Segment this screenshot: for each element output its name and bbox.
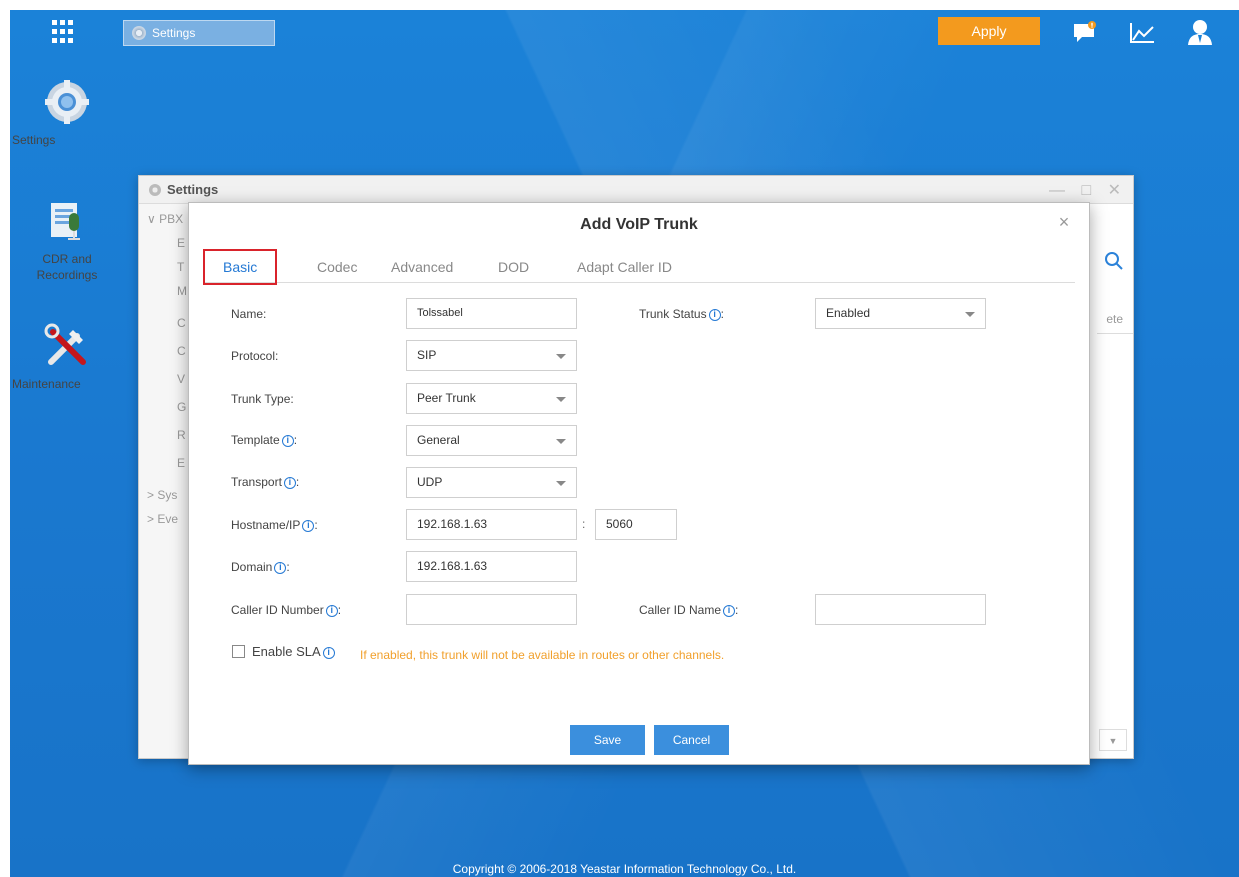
chevron-down-icon: ∨ (147, 212, 160, 226)
sidebar-subitem[interactable]: E (177, 236, 185, 250)
settings-gear-icon (45, 80, 89, 124)
save-button[interactable]: Save (570, 725, 645, 755)
protocol-label: Protocol: (231, 349, 279, 363)
chevron-down-icon (556, 481, 566, 486)
port-input[interactable]: 5060 (595, 509, 677, 540)
dialog-tabs: Basic Codec Advanced DOD Adapt Caller ID (203, 249, 1075, 285)
message-icon[interactable] (1073, 21, 1097, 43)
sidebar-subitem[interactable]: E (177, 456, 185, 470)
trunk-status-label: Trunk Status i: (639, 307, 724, 321)
sidebar-subitem[interactable]: G (177, 400, 186, 414)
info-icon[interactable]: i (283, 477, 296, 489)
trunk-type-label: Trunk Type: (231, 392, 294, 406)
add-voip-trunk-dialog: Add VoIP Trunk × Basic Codec Advanced DO… (188, 202, 1090, 765)
caller-id-name-input[interactable] (815, 594, 986, 625)
gear-icon (132, 26, 146, 40)
info-icon[interactable]: i (322, 647, 335, 659)
sidebar-subitem[interactable]: C (177, 316, 186, 330)
settings-sidebar: ∨ PBX E T M C C V G R E > Sys > Eve (139, 204, 189, 758)
enable-sla-checkbox[interactable] (232, 645, 245, 658)
desktop-item-label: Settings (12, 133, 56, 147)
chevron-right-icon: > (147, 488, 158, 502)
info-icon[interactable]: i (325, 605, 338, 617)
sidebar-item-system[interactable]: > Sys (147, 488, 177, 502)
template-label: Template i: (231, 433, 298, 447)
transport-label: Transport i: (231, 475, 300, 489)
sidebar-subitem[interactable]: T (177, 260, 184, 274)
domain-input[interactable]: 192.168.1.63 (406, 551, 577, 582)
divider (1097, 333, 1133, 334)
dialog-title: Add VoIP Trunk (580, 216, 698, 233)
template-select[interactable]: General (406, 425, 577, 456)
sidebar-subitem[interactable]: M (177, 284, 187, 298)
enable-sla-label: Enable SLA i (252, 644, 335, 659)
desktop-item-cdr[interactable]: CDR and Recordings (12, 197, 122, 282)
tab-dod[interactable]: DOD (498, 251, 529, 283)
chevron-down-icon: ▼ (1108, 736, 1118, 746)
hostname-label: Hostname/IP i: (231, 518, 318, 532)
sla-warning-text: If enabled, this trunk will not be avail… (360, 648, 725, 662)
search-icon[interactable] (1101, 248, 1127, 274)
trunk-type-select[interactable]: Peer Trunk (406, 383, 577, 414)
desktop-item-label: Maintenance (12, 377, 81, 391)
sidebar-subitem[interactable]: R (177, 428, 186, 442)
chevron-right-icon: > (147, 512, 158, 526)
info-icon[interactable]: i (281, 435, 294, 447)
partial-column-header: ete (1106, 312, 1123, 326)
desktop-item-label: CDR and Recordings (36, 252, 98, 282)
chevron-down-icon (965, 312, 975, 317)
user-icon[interactable] (1186, 18, 1214, 46)
name-label: Name: (231, 307, 267, 321)
chevron-down-icon (556, 354, 566, 359)
taskbar-tab-label: Settings (152, 26, 196, 40)
gear-icon (149, 184, 161, 196)
statistics-icon[interactable] (1128, 21, 1156, 45)
tab-codec[interactable]: Codec (317, 251, 357, 283)
tools-icon (44, 323, 86, 365)
copyright-footer: Copyright © 2006-2018 Yeastar Informatio… (452, 862, 797, 876)
tab-adapt-caller-id[interactable]: Adapt Caller ID (577, 251, 672, 283)
settings-window-titlebar: Settings — □ ✕ (139, 176, 1133, 204)
top-bar: Settings Apply (10, 10, 1239, 54)
caller-id-name-label: Caller ID Name i: (639, 603, 739, 617)
recordings-icon (51, 203, 80, 240)
transport-select[interactable]: UDP (406, 467, 577, 498)
protocol-select[interactable]: SIP (406, 340, 577, 371)
apply-button[interactable]: Apply (938, 17, 1040, 45)
desktop-item-settings[interactable]: Settings (12, 78, 122, 147)
sidebar-subitem[interactable]: V (177, 372, 185, 386)
port-separator: : (582, 517, 586, 531)
chevron-down-icon (556, 397, 566, 402)
sidebar-item-pbx[interactable]: ∨ PBX (147, 212, 183, 226)
info-icon[interactable]: i (274, 562, 287, 574)
page-size-select[interactable]: ▼ (1099, 729, 1127, 751)
trunk-status-select[interactable]: Enabled (815, 298, 986, 329)
desktop-item-maintenance[interactable]: Maintenance (12, 322, 122, 391)
info-icon[interactable]: i (708, 309, 721, 321)
taskbar-tab-settings[interactable]: Settings (123, 20, 275, 46)
chevron-down-icon (556, 439, 566, 444)
close-icon[interactable]: × (1055, 213, 1073, 231)
sidebar-subitem[interactable]: C (177, 344, 186, 358)
caller-id-number-label: Caller ID Number i: (231, 603, 342, 617)
app-grid-icon[interactable] (52, 20, 76, 44)
settings-window-title: Settings (167, 182, 219, 197)
caller-id-number-input[interactable] (406, 594, 577, 625)
info-icon[interactable]: i (302, 520, 315, 532)
domain-label: Domain i: (231, 560, 290, 574)
tab-advanced[interactable]: Advanced (391, 251, 453, 283)
sidebar-item-event[interactable]: > Eve (147, 512, 178, 526)
info-icon[interactable]: i (723, 605, 736, 617)
window-controls[interactable]: — □ ✕ (1049, 180, 1127, 200)
hostname-input[interactable]: 192.168.1.63 (406, 509, 577, 540)
cancel-button[interactable]: Cancel (654, 725, 729, 755)
tab-basic[interactable]: Basic (203, 249, 278, 285)
name-input[interactable]: Tolssabel (406, 298, 577, 329)
